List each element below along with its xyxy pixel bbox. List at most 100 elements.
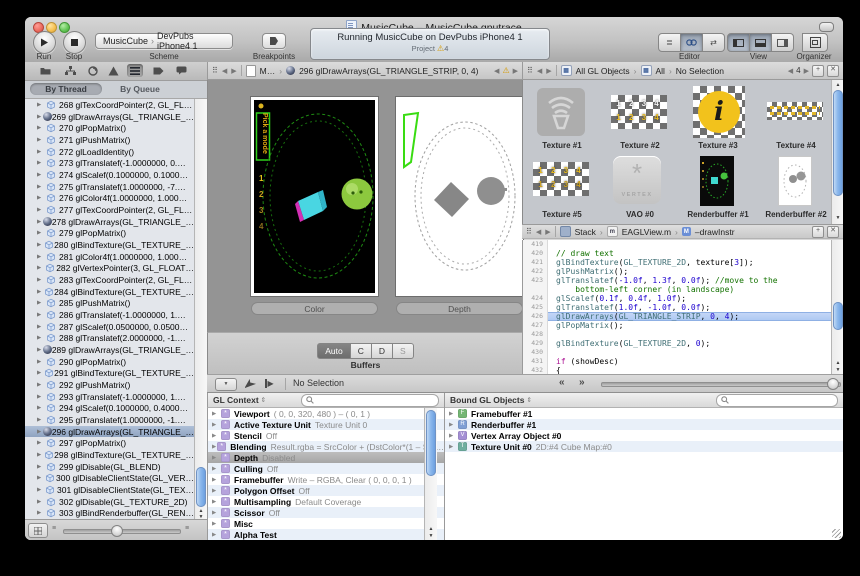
code-text[interactable]: glPushMatrix();: [548, 267, 843, 276]
grid-scrollbar[interactable]: ▲ ▼: [831, 80, 843, 224]
gl-call-row[interactable]: ▶289 glDrawArrays(GL_TRIANGLE_…: [25, 344, 194, 356]
disclosure-triangle-icon[interactable]: ▶: [37, 230, 46, 236]
slider-knob[interactable]: [111, 525, 123, 537]
disclosure-triangle-icon[interactable]: ▶: [37, 195, 46, 201]
vao-0-thumbnail[interactable]: * VERTEX: [613, 156, 661, 204]
gl-call-row[interactable]: ▶283 glTexCoordPointer(2, GL_FL…: [25, 274, 194, 286]
breadcrumb-all[interactable]: All: [656, 66, 665, 76]
debug-navigator-icon[interactable]: [127, 64, 143, 77]
close-assistant-icon[interactable]: ✕: [827, 65, 839, 77]
gl-call-row[interactable]: ▶302 glDisable(GL_TEXTURE_2D): [25, 496, 194, 508]
bound-object-row[interactable]: ▶RRenderbuffer #1: [445, 419, 843, 430]
breadcrumb-call[interactable]: 296 glDrawArrays(GL_TRIANGLE_STRIP, 0, 4…: [299, 66, 478, 76]
step-over-icon[interactable]: ▶: [265, 379, 274, 388]
disclosure-triangle-icon[interactable]: ▶: [212, 521, 221, 527]
disclosure-triangle-icon[interactable]: ▶: [37, 172, 46, 178]
related-items-icon[interactable]: ⠿: [212, 66, 218, 75]
frame-first-icon[interactable]: «: [559, 377, 565, 388]
breadcrumb-file[interactable]: EAGLView.m: [622, 227, 671, 237]
sort-icon[interactable]: ⇕: [261, 396, 266, 404]
scroll-up-icon[interactable]: ▲: [832, 82, 843, 88]
scope-by-thread[interactable]: By Thread: [30, 83, 102, 95]
breadcrumb-method[interactable]: –drawInstr: [695, 227, 735, 237]
code-text[interactable]: glPopMatrix();: [548, 321, 843, 330]
disclosure-triangle-icon[interactable]: ▶: [37, 487, 45, 493]
disclosure-triangle-icon[interactable]: ▶: [37, 370, 44, 376]
add-assistant-icon[interactable]: +: [812, 65, 824, 77]
disclosure-triangle-icon[interactable]: ▶: [37, 102, 46, 108]
disclosure-triangle-icon[interactable]: ▶: [212, 499, 221, 505]
disclosure-triangle-icon[interactable]: ▶: [212, 466, 221, 472]
disclosure-triangle-icon[interactable]: ▶: [37, 499, 46, 505]
disclosure-triangle-icon[interactable]: ▶: [37, 160, 46, 166]
frame-scrubber-slider[interactable]: [601, 382, 841, 387]
code-text[interactable]: bottom-left corner (in landscape): [548, 285, 843, 294]
gl-call-row[interactable]: ▶275 glTranslatef(1.0000000, -7.…: [25, 181, 194, 193]
disclosure-triangle-icon[interactable]: ▶: [37, 464, 46, 470]
depth-buffer-label[interactable]: Depth: [396, 302, 523, 315]
code-text[interactable]: [548, 330, 843, 339]
code-text[interactable]: // draw text: [548, 249, 843, 258]
breadcrumb-document[interactable]: M…: [260, 66, 276, 76]
disclosure-triangle-icon[interactable]: ▶: [37, 417, 46, 423]
back-icon[interactable]: ◀: [536, 228, 541, 236]
forward-icon[interactable]: ▶: [231, 67, 236, 75]
bound-objects-title[interactable]: Bound GL Objects: [450, 395, 524, 405]
disclosure-triangle-icon[interactable]: ▶: [37, 359, 46, 365]
gl-call-row[interactable]: ▶295 glTranslatef(1.0000000, -1.…: [25, 414, 194, 426]
texture-5-thumbnail[interactable]: 1 2 3 4 1 2 3 4: [533, 162, 589, 196]
back-icon[interactable]: ◀: [537, 67, 542, 75]
gl-call-row[interactable]: ▶271 glPushMatrix(): [25, 134, 194, 146]
gl-call-row[interactable]: ▶297 glPopMatrix(): [25, 437, 194, 449]
log-navigator-icon[interactable]: [173, 64, 189, 77]
show-utilities-button[interactable]: [772, 33, 794, 52]
related-items-icon[interactable]: ⠿: [527, 66, 533, 75]
disclosure-triangle-icon[interactable]: ▶: [37, 207, 46, 213]
gl-call-row[interactable]: ▶292 glPushMatrix(): [25, 379, 194, 391]
gl-call-row[interactable]: ▶288 glTranslatef(2.0000000, -1.…: [25, 332, 194, 344]
disclosure-triangle-icon[interactable]: ▶: [212, 532, 221, 538]
gl-state-row[interactable]: ▶*Polygon OffsetOff: [208, 485, 444, 496]
code-text[interactable]: glBindTexture(GL_TEXTURE_2D, texture[3])…: [548, 258, 843, 267]
disclosure-triangle-icon[interactable]: ▶: [212, 510, 221, 516]
gl-call-row[interactable]: ▶272 glLoadIdentity(): [25, 146, 194, 158]
gl-context-search[interactable]: [301, 394, 439, 407]
disclosure-triangle-icon[interactable]: ▶: [37, 254, 46, 260]
gl-call-row[interactable]: ▶294 glScalef(0.1000000, 0.4000…: [25, 402, 194, 414]
bound-object-row[interactable]: ▶FFramebuffer #1: [445, 408, 843, 419]
gl-call-row[interactable]: ▶293 glTranslatef(-1.0000000, 1.…: [25, 391, 194, 403]
disclosure-triangle-icon[interactable]: ▶: [37, 265, 45, 271]
scroll-up-icon[interactable]: ▲: [832, 360, 843, 366]
disclosure-triangle-icon[interactable]: ▶: [37, 312, 46, 318]
frame-last-icon[interactable]: »: [579, 377, 585, 388]
gl-state-row[interactable]: ▶*FramebufferWrite – RGBA, Clear ( 0, 0,…: [208, 474, 444, 485]
scrollbar-thumb[interactable]: [426, 410, 436, 476]
bound-object-row[interactable]: ▶TTexture Unit #02D:#4 Cube Map:#0: [445, 441, 843, 452]
buffer-segment-s[interactable]: S: [393, 343, 414, 359]
disclosure-triangle-icon[interactable]: ▶: [212, 433, 221, 439]
disclosure-triangle-icon[interactable]: ▶: [37, 382, 46, 388]
gl-state-row[interactable]: ▶*CullingOff: [208, 463, 444, 474]
gl-call-row[interactable]: ▶301 glDisableClientState(GL_TEX…: [25, 484, 194, 496]
gl-call-row[interactable]: ▶286 glTranslatef(-1.0000000, 1.…: [25, 309, 194, 321]
buffer-segment-auto[interactable]: Auto: [317, 343, 351, 359]
texture-4-thumbnail[interactable]: [767, 102, 823, 120]
sort-icon[interactable]: ⇕: [526, 396, 531, 404]
gl-call-row[interactable]: ▶273 glTranslatef(-1.0000000, 0.…: [25, 157, 194, 169]
buffer-segment-d[interactable]: D: [372, 343, 393, 359]
gl-state-row[interactable]: ▶*Active Texture UnitTexture Unit 0: [208, 419, 444, 430]
disclosure-triangle-icon[interactable]: ▶: [37, 324, 46, 330]
gl-call-row[interactable]: ▶291 glBindTexture(GL_TEXTURE_…: [25, 367, 194, 379]
gl-state-row[interactable]: ▶*DepthDisabled: [208, 452, 444, 463]
breakpoints-button[interactable]: [262, 33, 286, 49]
disclosure-triangle-icon[interactable]: ▶: [212, 455, 221, 461]
disclosure-triangle-icon[interactable]: ▶: [212, 411, 221, 417]
add-editor-icon[interactable]: +: [812, 226, 824, 238]
previous-page-icon[interactable]: ◀: [788, 67, 793, 75]
disclosure-triangle-icon[interactable]: ▶: [37, 335, 46, 341]
gl-call-row[interactable]: ▶282 glVertexPointer(3, GL_FLOAT…: [25, 262, 194, 274]
disclosure-triangle-icon[interactable]: ▶: [37, 184, 46, 190]
gl-call-row[interactable]: ▶270 glPopMatrix(): [25, 122, 194, 134]
disclosure-triangle-icon[interactable]: ▶: [37, 300, 46, 306]
code-text[interactable]: {: [548, 366, 843, 374]
